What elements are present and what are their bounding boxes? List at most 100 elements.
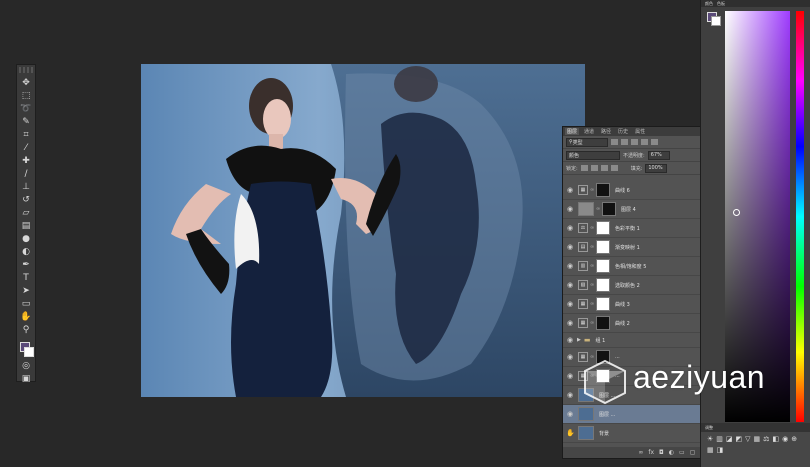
layer-mask-thumbnail[interactable] (596, 297, 610, 311)
history-brush-icon[interactable]: ↺ (19, 194, 33, 206)
quick-mask-icon[interactable]: ◎ (19, 360, 33, 372)
add-mask-icon[interactable]: ◘ (659, 449, 664, 456)
tab-channels[interactable]: 通道 (582, 128, 596, 135)
lock-pixels-icon[interactable] (580, 165, 588, 171)
screen-mode-icon[interactable]: ▣ (19, 373, 33, 385)
type-icon[interactable]: T (19, 272, 33, 284)
tab-adjustments[interactable]: 调整 (705, 425, 713, 431)
layer-mask-thumbnail[interactable] (596, 183, 610, 197)
lock-all-icon[interactable] (610, 165, 618, 171)
blend-mode-select[interactable]: 颜色 (566, 150, 620, 160)
pen-icon[interactable]: ✒ (19, 259, 33, 271)
invert-icon[interactable]: ◨ (717, 446, 724, 454)
opacity-input[interactable]: 67% (647, 150, 670, 160)
photo-filter-icon[interactable]: ◉ (782, 435, 788, 443)
zoom-icon[interactable]: ⚲ (19, 324, 33, 336)
layer-filter-select[interactable]: ⚲ 类型 (566, 137, 608, 147)
adjustment-layer-icon[interactable]: ◐ (669, 449, 674, 456)
layer-mask-thumbnail[interactable] (596, 221, 610, 235)
visibility-eye-icon[interactable]: ◉ (566, 262, 574, 270)
marquee-icon[interactable]: ⬚ (19, 90, 33, 102)
channel-mixer-icon[interactable]: ⊕ (791, 435, 797, 443)
visibility-eye-icon[interactable]: ◉ (566, 391, 574, 399)
tab-swatches[interactable]: 色板 (717, 1, 725, 7)
layer-row[interactable]: ◉ ▧ ∞ 选取颜色 2 (563, 276, 708, 295)
tools-grip[interactable] (19, 67, 33, 73)
tab-history[interactable]: 历史 (616, 128, 630, 135)
gradient-icon[interactable]: ▤ (19, 220, 33, 232)
link-layers-icon[interactable]: ∞ (638, 449, 643, 456)
brush-icon[interactable]: ∕ (19, 168, 33, 180)
layer-thumbnail[interactable] (578, 426, 594, 440)
visibility-eye-icon[interactable]: ◉ (566, 353, 574, 361)
color-picker-cursor[interactable] (733, 209, 740, 216)
visibility-eye-icon[interactable]: ✋ (566, 429, 575, 437)
smart-filter-icon[interactable] (651, 139, 658, 145)
layer-mask-thumbnail[interactable] (596, 240, 610, 254)
layer-row[interactable]: ◉ ▦ ∞ 曲线 2 (563, 314, 708, 333)
crop-icon[interactable]: ⌗ (19, 129, 33, 141)
shape-icon[interactable]: ▭ (19, 298, 33, 310)
lasso-icon[interactable]: ➰ (19, 103, 33, 115)
color-balance-icon[interactable]: ⚖ (763, 435, 769, 443)
dodge-icon[interactable]: ◐ (19, 246, 33, 258)
blur-icon[interactable]: ● (19, 233, 33, 245)
path-select-icon[interactable]: ➤ (19, 285, 33, 297)
quick-select-icon[interactable]: ✎ (19, 116, 33, 128)
visibility-eye-icon[interactable]: ◉ (566, 186, 574, 194)
clone-stamp-icon[interactable]: ⊥ (19, 181, 33, 193)
color-lookup-icon[interactable]: ▦ (707, 446, 714, 454)
color-swatches[interactable] (17, 340, 35, 360)
layer-row[interactable]: ◉ ∞ 图层 4 (563, 200, 708, 219)
visibility-eye-icon[interactable]: ◉ (566, 372, 574, 380)
exposure-icon[interactable]: ◩ (736, 435, 743, 443)
move-icon[interactable]: ✥ (19, 77, 33, 89)
expand-arrow-icon[interactable]: ▶ (577, 337, 581, 343)
bw-icon[interactable]: ◧ (772, 435, 779, 443)
visibility-eye-icon[interactable]: ◉ (566, 336, 574, 344)
layer-row[interactable]: ◉ ▦ ∞ 曲线 3 (563, 295, 708, 314)
new-layer-icon[interactable]: ▢ (690, 449, 696, 456)
healing-icon[interactable]: ✚ (19, 155, 33, 167)
pixel-filter-icon[interactable] (611, 139, 618, 145)
visibility-eye-icon[interactable]: ◉ (566, 243, 574, 251)
levels-icon[interactable]: ▥ (716, 435, 723, 443)
eyedropper-icon[interactable]: ⁄ (19, 142, 33, 154)
hand-icon[interactable]: ✋ (19, 311, 33, 323)
tab-properties[interactable]: 属性 (633, 128, 647, 135)
layer-mask-thumbnail[interactable] (602, 202, 616, 216)
adjustment-filter-icon[interactable] (621, 139, 628, 145)
background-layer-row[interactable]: ✋ 背景 (563, 424, 708, 443)
layer-mask-thumbnail[interactable] (596, 278, 610, 292)
curves-icon[interactable]: ◪ (726, 435, 733, 443)
layer-row[interactable]: ◉ ▥ ∞ 色相/饱和度 5 (563, 257, 708, 276)
visibility-eye-icon[interactable]: ◉ (566, 300, 574, 308)
visibility-eye-icon[interactable]: ◉ (566, 224, 574, 232)
fill-input[interactable]: 100% (645, 163, 668, 173)
background-color-swatch[interactable] (711, 16, 721, 26)
hue-sat-icon[interactable]: ▦ (754, 435, 761, 443)
layer-thumbnail[interactable] (578, 202, 594, 216)
tab-layers[interactable]: 图层 (565, 128, 580, 135)
visibility-eye-icon[interactable]: ◉ (566, 205, 574, 213)
layer-mask-thumbnail[interactable] (596, 316, 610, 330)
lock-paint-icon[interactable] (590, 165, 598, 171)
tab-color[interactable]: 颜色 (705, 1, 713, 7)
type-filter-icon[interactable] (631, 139, 638, 145)
visibility-eye-icon[interactable]: ◉ (566, 410, 574, 418)
eraser-icon[interactable]: ▱ (19, 207, 33, 219)
layer-mask-thumbnail[interactable] (596, 259, 610, 273)
vibrance-icon[interactable]: ▽ (745, 435, 750, 443)
document-canvas[interactable] (141, 64, 585, 397)
tab-paths[interactable]: 路径 (599, 128, 613, 135)
layer-group-row[interactable]: ◉ ▶ ▬ 组 1 (563, 333, 708, 348)
brightness-icon[interactable]: ☀ (707, 435, 713, 443)
new-group-icon[interactable]: ▭ (679, 449, 685, 456)
lock-move-icon[interactable] (600, 165, 608, 171)
layer-thumbnail[interactable] (578, 407, 594, 421)
layer-row[interactable]: ◉ 图层 ... (563, 405, 708, 424)
layer-row[interactable]: ◉ ▤ ∞ 渐变映射 1 (563, 238, 708, 257)
background-swatch[interactable] (24, 347, 34, 357)
layer-style-icon[interactable]: fx (648, 449, 654, 456)
layer-row[interactable]: ◉ ⚖ ∞ 色彩平衡 1 (563, 219, 708, 238)
